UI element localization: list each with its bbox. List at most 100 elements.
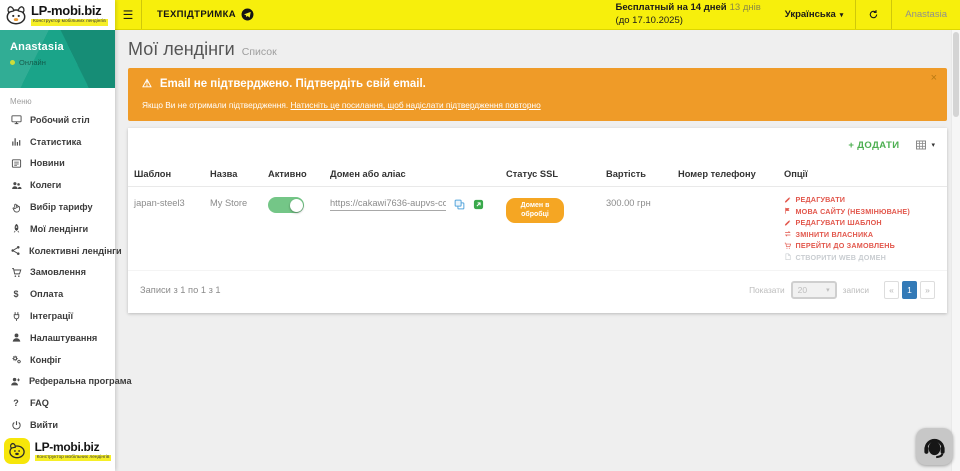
sidebar-item-tariff[interactable]: Вибір тарифу	[0, 196, 115, 218]
pagination-page-1[interactable]: 1	[902, 281, 917, 299]
flag-icon	[784, 207, 792, 215]
sidebar-item-my-landings[interactable]: Мої лендінги	[0, 218, 115, 240]
column-header: Опції	[778, 163, 947, 187]
chevron-down-icon: ▾	[826, 286, 830, 294]
chevron-down-icon: ▾	[840, 11, 844, 19]
mascot-dog-icon	[5, 4, 27, 26]
cart-icon	[10, 267, 22, 278]
sidebar-item-label: Конфіг	[30, 355, 61, 365]
sidebar-item-statistics[interactable]: Статистика	[0, 131, 115, 153]
support-link[interactable]: ТЕХПІДТРИМКА	[142, 8, 269, 21]
column-header: Шаблон	[128, 163, 204, 187]
sidebar-footer-logo[interactable]: LP-mobi.biz Конструктор мобільних лендін…	[0, 438, 115, 464]
hamburger-menu-icon[interactable]: ☰	[115, 0, 142, 29]
resend-confirmation-link[interactable]: Натисніть це посилання, щоб надіслати пі…	[290, 100, 540, 110]
news-icon	[10, 158, 22, 169]
sidebar-item-label: FAQ	[30, 398, 49, 408]
sidebar-item-label: Оплата	[30, 289, 63, 299]
swap-icon	[784, 230, 792, 238]
settings-icon	[10, 332, 22, 343]
option-create-web-domain: СТВОРИТИ WEB ДОМЕН	[784, 253, 941, 262]
page-size-select[interactable]: 20 ▾	[791, 281, 837, 299]
sidebar-item-label: Новини	[30, 158, 65, 168]
support-chat-widget[interactable]	[916, 428, 953, 465]
records-label: записи	[843, 285, 869, 295]
headset-icon	[921, 433, 948, 460]
sidebar-menu: Робочий стіл Статистика Новини КолегиВибір …	[0, 109, 115, 436]
menu-label: Меню	[0, 88, 115, 109]
sidebar-item-config[interactable]: Конфіг	[0, 349, 115, 371]
sidebar-item-orders[interactable]: Замовлення	[0, 262, 115, 284]
refresh-button[interactable]	[855, 0, 891, 29]
sidebar-item-desktop[interactable]: Робочий стіл	[0, 109, 115, 131]
pagination-next-button[interactable]: »	[920, 281, 935, 299]
payment-icon: $	[10, 289, 22, 299]
copy-icon[interactable]	[454, 199, 465, 210]
sidebar-item-settings[interactable]: Налаштування	[0, 327, 115, 349]
language-dropdown[interactable]: Українська ▾	[773, 0, 855, 29]
column-header: Домен або аліас	[324, 163, 500, 187]
sidebar-item-label: Налаштування	[30, 333, 97, 343]
sidebar-item-news[interactable]: Новини	[0, 153, 115, 175]
add-landing-button[interactable]: + ДОДАТИ	[848, 140, 899, 151]
option-go-to-orders[interactable]: ПЕРЕЙТИ ДО ЗАМОВЛЕНЬ	[784, 241, 941, 250]
panel-toolbar: + ДОДАТИ ▾	[128, 128, 947, 163]
telegram-icon	[241, 8, 254, 21]
email-alert: ⚠ Email не підтверджено. Підтвердіть сві…	[128, 68, 947, 121]
sidebar-item-label: Інтеграції	[30, 311, 73, 321]
option-site-language[interactable]: МОВА САЙТУ (НЕЗМІНЮВАНЕ)	[784, 207, 941, 216]
column-visibility-button[interactable]: ▾	[915, 139, 935, 151]
toggle-knob	[290, 199, 303, 212]
column-header: Назва	[204, 163, 262, 187]
colleagues-icon	[10, 180, 22, 191]
user-menu[interactable]: Anastasia	[891, 0, 960, 29]
sidebar-item-referral[interactable]: Реферальна програма	[0, 371, 115, 393]
domain-link[interactable]: https://cakawi7636-aupvs-com-42	[330, 198, 446, 211]
option-change-owner[interactable]: ЗМІНИТИ ВЛАСНИКА	[784, 230, 941, 239]
refresh-icon	[868, 9, 879, 20]
price-cell: 300.00 грн	[600, 187, 672, 270]
panel-footer: Записи з 1 по 1 з 1 Показати 20 ▾ записи…	[128, 270, 947, 313]
sidebar-item-label: Колективні лендінги	[29, 246, 122, 256]
page-head: Мої лендінги Список	[115, 30, 960, 66]
sidebar-item-faq[interactable]: ?FAQ	[0, 392, 115, 414]
pagination-prev-button[interactable]: «	[884, 281, 899, 299]
sidebar-item-label: Реферальна програма	[29, 376, 132, 386]
sidebar-item-collective-landings[interactable]: Колективні лендінги	[0, 240, 115, 262]
option-edit[interactable]: РЕДАГУВАТИ	[784, 195, 941, 204]
mascot-dog-icon	[4, 438, 30, 464]
option-edit-template[interactable]: РЕДАГУВАТИ ШАБЛОН	[784, 218, 941, 227]
exit-icon	[10, 420, 22, 431]
option-label: РЕДАГУВАТИ ШАБЛОН	[796, 218, 882, 227]
option-label: МОВА САЙТУ (НЕЗМІНЮВАНЕ)	[796, 207, 911, 216]
active-toggle[interactable]	[268, 197, 304, 213]
ssl-status-badge: Домен в обробці	[506, 198, 564, 223]
sidebar-item-payment[interactable]: $ Оплата	[0, 283, 115, 305]
sidebar-logo[interactable]: LP-mobi.biz Конструктор мобільних лендін…	[0, 0, 115, 30]
phone-cell	[672, 187, 778, 270]
close-icon[interactable]: ×	[931, 73, 937, 84]
column-header: Вартість	[600, 163, 672, 187]
sidebar-item-label: Статистика	[30, 137, 81, 147]
external-link-icon[interactable]	[473, 199, 484, 210]
main-content: Мої лендінги Список ⚠ Email не підтвердж…	[115, 30, 960, 471]
options-list: РЕДАГУВАТИ МОВА САЙТУ (НЕЗМІНЮВАНЕ) РЕДАГУ…	[784, 195, 941, 262]
sidebar-item-integrations[interactable]: Інтеграції	[0, 305, 115, 327]
pagination: « 1 »	[884, 281, 935, 299]
table-header-row: ШаблонНазваАктивноДомен або аліасСтатус …	[128, 163, 947, 187]
online-dot-icon	[10, 60, 15, 65]
name-cell: My Store	[204, 187, 262, 270]
sidebar-item-label: Мої лендінги	[30, 224, 88, 234]
scrollbar[interactable]	[951, 30, 960, 471]
sidebar-item-logout[interactable]: Вийти	[0, 414, 115, 436]
trial-info: Бесплатный на 14 дней13 днів (до 17.10.2…	[616, 2, 773, 27]
tariff-icon	[10, 202, 22, 213]
profile-name: Anastasia	[10, 41, 105, 53]
sidebar: LP-mobi.biz Конструктор мобільних лендін…	[0, 0, 115, 471]
edit-icon	[784, 219, 792, 227]
config-icon	[10, 354, 22, 365]
sidebar-item-colleagues[interactable]: Колеги	[0, 174, 115, 196]
records-info: Записи з 1 по 1 з 1	[140, 285, 221, 295]
option-label: СТВОРИТИ WEB ДОМЕН	[796, 253, 887, 262]
scrollbar-thumb[interactable]	[953, 32, 959, 117]
